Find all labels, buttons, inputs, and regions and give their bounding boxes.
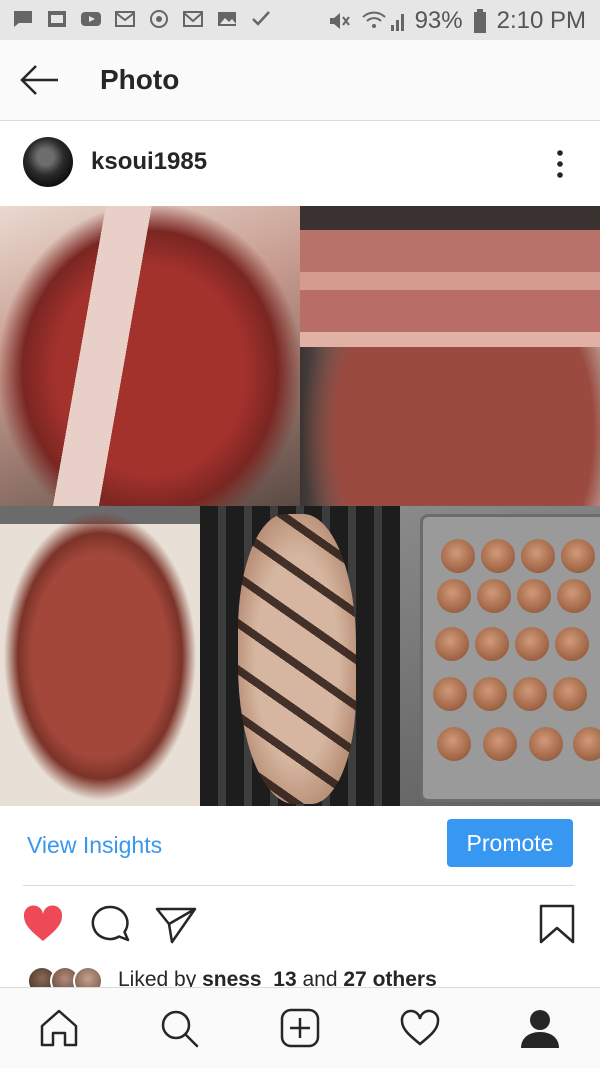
image-notification-icon xyxy=(48,11,66,27)
baking-tray xyxy=(420,514,600,802)
meatball xyxy=(473,677,507,711)
heart-filled-icon[interactable] xyxy=(21,902,65,946)
meatball xyxy=(433,677,467,711)
likes-summary: Liked by sness_13 and 27 others xyxy=(118,968,437,988)
post-header: ksoui1985 xyxy=(0,121,600,206)
meatball xyxy=(441,539,475,573)
meatball xyxy=(521,539,555,573)
meatball xyxy=(555,627,589,661)
grilled-steak xyxy=(238,514,356,804)
meatball xyxy=(561,539,595,573)
post-photo[interactable] xyxy=(0,206,600,806)
likes-row: Liked by sness_13 and 27 others xyxy=(0,962,600,988)
meatball xyxy=(529,727,563,761)
heart-outline-icon[interactable] xyxy=(398,1006,442,1050)
paper-plane-icon[interactable] xyxy=(154,902,198,946)
meatball xyxy=(437,727,471,761)
meatball xyxy=(557,579,591,613)
meatball xyxy=(515,627,549,661)
photo-tile-grilled-steak xyxy=(200,506,400,806)
divider xyxy=(23,885,575,886)
liked-by-user[interactable]: sness_13 xyxy=(202,968,297,988)
meatball xyxy=(481,539,515,573)
profile-icon[interactable] xyxy=(518,1006,562,1050)
photo-tile-sliced-steaks xyxy=(300,206,600,506)
comment-icon[interactable] xyxy=(88,902,132,946)
notification-icons xyxy=(12,9,272,29)
photo-tile-seasoned-brisket xyxy=(0,506,200,806)
battery-icon xyxy=(473,9,486,33)
clock: 2:10 PM xyxy=(496,7,586,34)
page-title: Photo xyxy=(100,64,180,95)
mail-icon xyxy=(115,11,135,27)
likes-and: and xyxy=(296,968,344,988)
insights-row: View Insights Promote xyxy=(0,806,600,886)
meatball xyxy=(435,627,469,661)
post-actions xyxy=(0,890,600,960)
meatball xyxy=(437,579,471,613)
mute-icon xyxy=(329,13,350,29)
likes-prefix: Liked by xyxy=(118,968,203,988)
search-icon[interactable] xyxy=(157,1006,201,1050)
meatball xyxy=(477,579,511,613)
photo-tile-meatballs xyxy=(400,506,600,806)
bottom-nav xyxy=(0,987,600,1068)
meatball xyxy=(517,579,551,613)
avatar[interactable] xyxy=(23,137,73,187)
home-icon[interactable] xyxy=(37,1006,81,1050)
meatball xyxy=(475,627,509,661)
bookmark-icon[interactable] xyxy=(535,902,579,946)
youtube-icon xyxy=(81,12,101,26)
more-vertical-icon[interactable] xyxy=(548,147,572,181)
chrome-icon xyxy=(150,10,168,28)
app-header: Photo xyxy=(0,40,600,121)
meatball xyxy=(483,727,517,761)
photo-tile-raw-steak xyxy=(0,206,300,506)
system-status: 93% 2:10 PM xyxy=(327,7,586,35)
wifi-signal-icon xyxy=(361,11,404,31)
message-icon xyxy=(14,11,32,27)
liker-avatar[interactable] xyxy=(73,966,103,988)
view-insights-link[interactable]: View Insights xyxy=(27,832,162,859)
meatball xyxy=(513,677,547,711)
meatball xyxy=(573,727,600,761)
add-post-icon[interactable] xyxy=(278,1006,322,1050)
gallery-icon xyxy=(218,12,236,26)
status-bar: 93% 2:10 PM xyxy=(0,0,600,40)
battery-percentage: 93% xyxy=(414,7,463,34)
gmail-icon xyxy=(183,11,203,27)
likes-others[interactable]: 27 others xyxy=(343,968,436,988)
back-arrow-icon[interactable] xyxy=(18,60,62,100)
username[interactable]: ksoui1985 xyxy=(91,148,207,176)
promote-button[interactable]: Promote xyxy=(447,819,573,867)
check-icon xyxy=(252,11,270,26)
meatball xyxy=(553,677,587,711)
